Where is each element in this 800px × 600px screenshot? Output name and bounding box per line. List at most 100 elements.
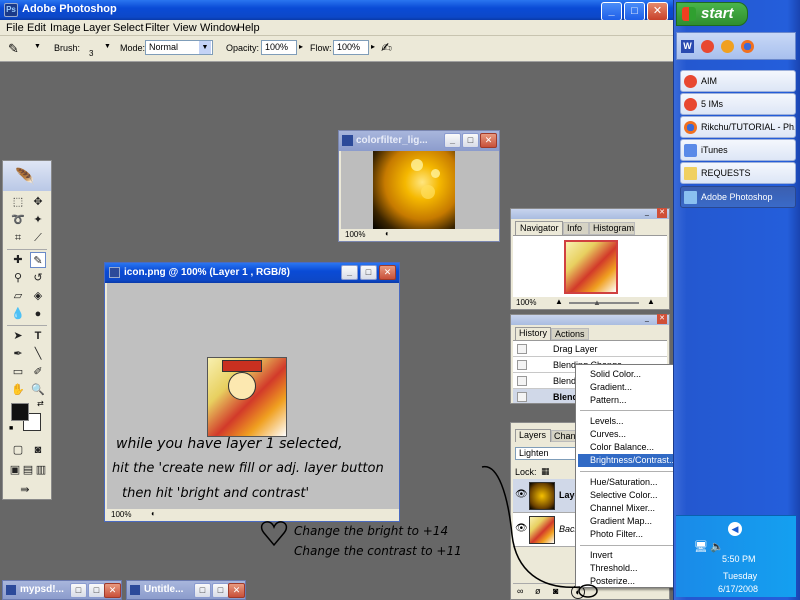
close-button[interactable]: ✕ — [480, 133, 497, 148]
zoom-out-icon[interactable]: ▲ — [555, 297, 563, 306]
slice-tool-icon[interactable]: ⟋ — [30, 230, 46, 246]
minimize-button[interactable]: _ — [341, 265, 358, 280]
doc-info-icon[interactable]: ◐ — [385, 229, 390, 238]
taskbar-item-itunes[interactable]: iTunes — [680, 139, 796, 161]
colorfilter-zoom[interactable]: 100% — [345, 230, 365, 239]
menu-layer[interactable]: Layer — [83, 22, 111, 34]
eraser-tool-icon[interactable]: ▱ — [10, 288, 26, 304]
history-snapshot-box[interactable] — [517, 376, 527, 386]
paint-bucket-icon[interactable]: ◈ — [30, 288, 46, 304]
close-button[interactable]: ✕ — [657, 208, 667, 218]
panel-header[interactable]: _ ✕ — [511, 208, 669, 219]
type-tool-icon[interactable]: T — [30, 328, 46, 344]
lasso-tool-icon[interactable]: ➰ — [10, 212, 26, 228]
actions-tab[interactable]: Actions — [551, 328, 589, 340]
hand-tool-icon[interactable]: ✋ — [10, 382, 26, 398]
zoom-slider-handle[interactable]: ▲ — [593, 298, 601, 307]
chevron-down-icon[interactable]: ▼ — [104, 43, 111, 50]
clock-time[interactable]: 5:50 PM — [722, 554, 756, 564]
path-select-icon[interactable]: ➤ — [10, 328, 26, 344]
default-colors-icon[interactable]: ■ — [9, 425, 13, 432]
toolbox-header[interactable]: 🪶 — [3, 161, 51, 191]
line-tool-icon[interactable]: ╲ — [30, 346, 46, 362]
info-tab[interactable]: Info — [563, 222, 589, 235]
start-button[interactable]: start — [676, 2, 748, 26]
zoom-in-icon[interactable]: ▲ — [647, 297, 655, 306]
network-icon[interactable]: 🖥 — [694, 540, 708, 553]
menu-file[interactable]: File — [6, 22, 24, 34]
menu-image[interactable]: Image — [50, 22, 81, 34]
swap-colors-icon[interactable]: ⇄ — [37, 399, 44, 408]
minimize-button[interactable]: _ — [601, 2, 622, 21]
blur-tool-icon[interactable]: 💧 — [10, 306, 26, 322]
histogram-tab[interactable]: Histogram — [589, 222, 635, 235]
brush-tool-icon[interactable]: ✎ — [8, 41, 19, 57]
close-button[interactable]: ✕ — [657, 314, 667, 324]
taskbar-item-aim[interactable]: AIM — [680, 70, 796, 92]
marquee-tool-icon[interactable]: ⬚ — [10, 194, 26, 210]
panel-header[interactable]: _ ✕ — [511, 314, 669, 325]
screen-mode-full-icon[interactable]: ▥ — [33, 462, 49, 478]
taskbar-item-requests[interactable]: REQUESTS — [680, 162, 796, 184]
taskbar-item-ims[interactable]: 5 IMs — [680, 93, 796, 115]
history-snapshot-box[interactable] — [517, 344, 527, 354]
dodge-tool-icon[interactable]: ● — [30, 306, 46, 322]
move-tool-icon[interactable]: ✥ — [30, 194, 46, 210]
minimize-button[interactable]: _ — [645, 209, 649, 216]
brush-size[interactable]: 3 — [89, 49, 93, 58]
maximize-button[interactable]: □ — [624, 2, 645, 21]
clone-stamp-icon[interactable]: ⚲ — [10, 270, 26, 286]
menu-help[interactable]: Help — [237, 22, 260, 34]
history-tab[interactable]: History — [515, 327, 551, 340]
close-button[interactable]: ✕ — [379, 265, 396, 280]
restore-button[interactable]: □ — [194, 583, 211, 598]
doc-info-icon[interactable]: ◐ — [151, 509, 156, 518]
history-snapshot-box[interactable] — [517, 360, 527, 370]
brush-tool-icon[interactable]: ✎ — [30, 252, 46, 268]
menu-edit[interactable]: Edit — [27, 22, 46, 34]
icon-zoom[interactable]: 100% — [111, 510, 131, 519]
maximize-button[interactable]: □ — [88, 583, 105, 598]
colorfilter-title-bar[interactable]: colorfilter_lig... _ □ ✕ — [339, 131, 499, 151]
zoom-slider[interactable] — [569, 302, 639, 304]
menu-window[interactable]: Window — [200, 22, 239, 34]
navigator-zoom[interactable]: 100% — [516, 298, 536, 307]
zoom-tool-icon[interactable]: 🔍 — [30, 382, 46, 398]
close-button[interactable]: ✕ — [647, 2, 668, 21]
close-button[interactable]: ✕ — [228, 583, 245, 598]
healing-brush-icon[interactable]: ✚ — [10, 252, 26, 268]
firefox-icon[interactable] — [741, 40, 754, 53]
maximize-button[interactable]: □ — [212, 583, 229, 598]
quickmask-mode-icon[interactable]: ◙ — [30, 442, 46, 458]
flow-input[interactable]: 100% — [333, 40, 369, 55]
restore-button[interactable]: □ — [70, 583, 87, 598]
word-icon[interactable]: W — [681, 40, 694, 53]
menu-select[interactable]: Select — [113, 22, 144, 34]
minimize-button[interactable]: _ — [645, 315, 649, 322]
opacity-input[interactable]: 100% — [261, 40, 297, 55]
crop-tool-icon[interactable]: ⌗ — [10, 230, 26, 246]
taskbar-item-photoshop[interactable]: Adobe Photoshop — [680, 186, 796, 208]
magic-wand-icon[interactable]: ✦ — [30, 212, 46, 228]
colorfilter-canvas-area[interactable] — [341, 151, 499, 229]
history-brush-icon[interactable]: ↺ — [30, 270, 46, 286]
foreground-color-swatch[interactable] — [11, 403, 29, 421]
menu-view[interactable]: View — [173, 22, 197, 34]
maximize-button[interactable]: □ — [462, 133, 479, 148]
notes-tool-icon[interactable]: ▭ — [10, 364, 26, 380]
taskbar-item-firefox[interactable]: Rikchu/TUTORIAL - Ph... — [680, 116, 796, 138]
airbrush-icon[interactable]: ✍ — [381, 40, 392, 56]
volume-icon[interactable]: 🔈 — [710, 540, 724, 553]
chevron-right-icon[interactable]: ▸ — [299, 42, 303, 51]
app-title-bar[interactable]: Ps Adobe Photoshop _ □ ✕ — [0, 0, 673, 21]
imageready-icon[interactable]: ⇛ — [17, 482, 33, 498]
icon-title-bar[interactable]: icon.png @ 100% (Layer 1 , RGB/8) _ □ ✕ — [105, 263, 399, 283]
history-item[interactable]: Drag Layer — [513, 341, 667, 357]
eyedropper-icon[interactable]: ✐ — [30, 364, 46, 380]
chevron-down-icon[interactable]: ▼ — [34, 43, 41, 50]
navigator-tab[interactable]: Navigator — [515, 221, 563, 235]
standard-mode-icon[interactable]: ▢ — [10, 442, 26, 458]
pen-tool-icon[interactable]: ✒ — [10, 346, 26, 362]
navigator-preview[interactable] — [513, 235, 667, 297]
maximize-button[interactable]: □ — [360, 265, 377, 280]
